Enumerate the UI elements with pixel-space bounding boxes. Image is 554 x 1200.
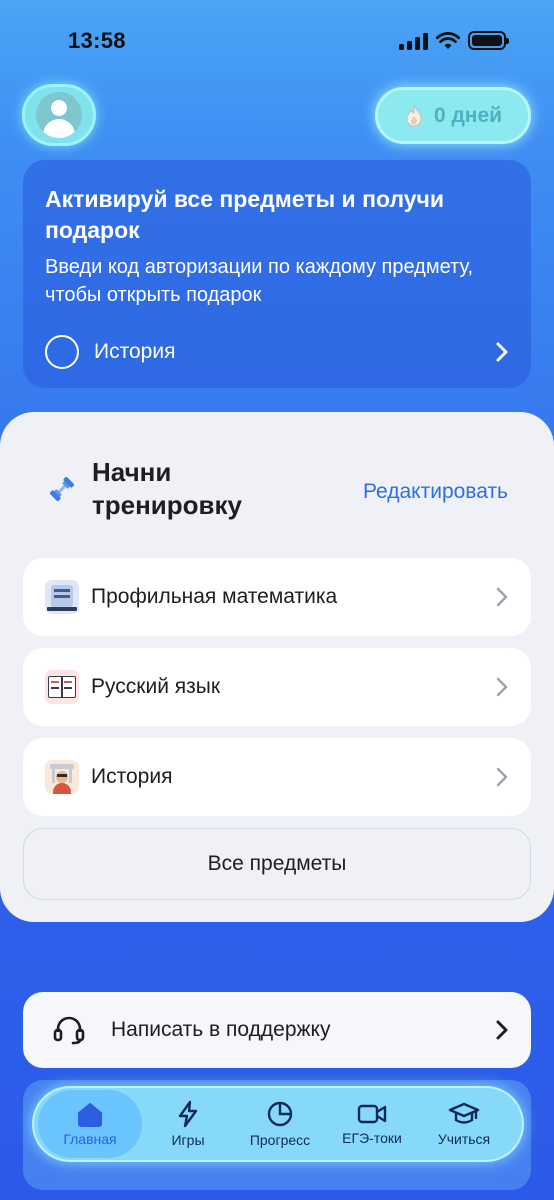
tab-progress[interactable]: Прогресс	[234, 1090, 326, 1158]
dumbbell-icon	[50, 477, 74, 501]
home-icon	[78, 1103, 102, 1127]
subject-card-russian[interactable]: Русский язык	[23, 648, 531, 726]
training-title: Начни тренировку	[92, 456, 242, 522]
tab-label: Прогресс	[249, 1132, 311, 1148]
tab-ege-streams[interactable]: ЕГЭ-токи	[326, 1090, 418, 1158]
subject-card-history[interactable]: История	[23, 738, 531, 816]
progress-circle-icon	[45, 335, 79, 369]
status-icons	[399, 31, 509, 50]
subject-label: История	[91, 765, 173, 788]
chevron-right-icon	[496, 342, 508, 362]
flame-icon	[406, 104, 422, 126]
chevron-right-icon	[496, 767, 508, 787]
promo-subject-label: История	[94, 340, 176, 363]
promo-title: Активируй все предметы и получи подарок	[45, 186, 445, 243]
status-bar: 13:58	[0, 0, 554, 80]
training-title-line1: Начни	[92, 457, 172, 487]
chevron-right-icon	[496, 677, 508, 697]
promo-card[interactable]: Активируй все предметы и получи подарок …	[23, 160, 531, 388]
wifi-icon	[436, 31, 460, 49]
streak-badge[interactable]: 0 дней	[375, 87, 531, 144]
tab-label: Главная	[63, 1131, 117, 1147]
tab-label: Учиться	[437, 1131, 491, 1147]
tab-label: Игры	[171, 1132, 205, 1148]
subject-label: Профильная математика	[91, 585, 338, 608]
support-button[interactable]: Написать в поддержку	[23, 992, 531, 1068]
graduation-cap-icon	[448, 1102, 480, 1124]
promo-subject-row[interactable]: История	[45, 333, 509, 371]
tab-learn[interactable]: Учиться	[418, 1090, 510, 1158]
bottom-tab-bar: Главная Игры Прогресс ЕГЭ-токи Учиться	[32, 1086, 524, 1162]
streak-label: 0 дней	[433, 103, 503, 127]
subject-label: Русский язык	[91, 675, 221, 698]
edit-button[interactable]: Редактировать	[363, 480, 508, 504]
russian-book-icon	[45, 670, 79, 704]
math-icon	[45, 580, 79, 614]
tab-label: ЕГЭ-токи	[342, 1130, 402, 1146]
history-icon	[45, 760, 79, 794]
headset-icon	[53, 1016, 85, 1045]
avatar-icon	[36, 92, 82, 138]
training-header: Начни тренировку	[46, 456, 242, 522]
promo-text: Введи код авторизации по каждому предмет…	[45, 256, 473, 306]
support-label: Написать в поддержку	[111, 1018, 331, 1041]
chevron-right-icon	[496, 587, 508, 607]
lightning-icon	[178, 1100, 198, 1128]
battery-icon	[468, 31, 509, 50]
status-time: 13:58	[68, 28, 126, 53]
profile-avatar-button[interactable]	[22, 84, 96, 146]
tab-home[interactable]: Главная	[38, 1090, 142, 1158]
training-panel: Начни тренировку Редактировать Профильна…	[0, 412, 554, 922]
cellular-signal-icon	[399, 32, 428, 50]
tab-games[interactable]: Игры	[142, 1090, 234, 1158]
training-title-line2: тренировку	[92, 490, 242, 520]
video-camera-icon	[357, 1104, 387, 1124]
subject-card-math[interactable]: Профильная математика	[23, 558, 531, 636]
chevron-right-icon	[496, 1020, 508, 1040]
all-subjects-button[interactable]: Все предметы	[23, 828, 531, 900]
pie-chart-icon	[267, 1101, 293, 1127]
